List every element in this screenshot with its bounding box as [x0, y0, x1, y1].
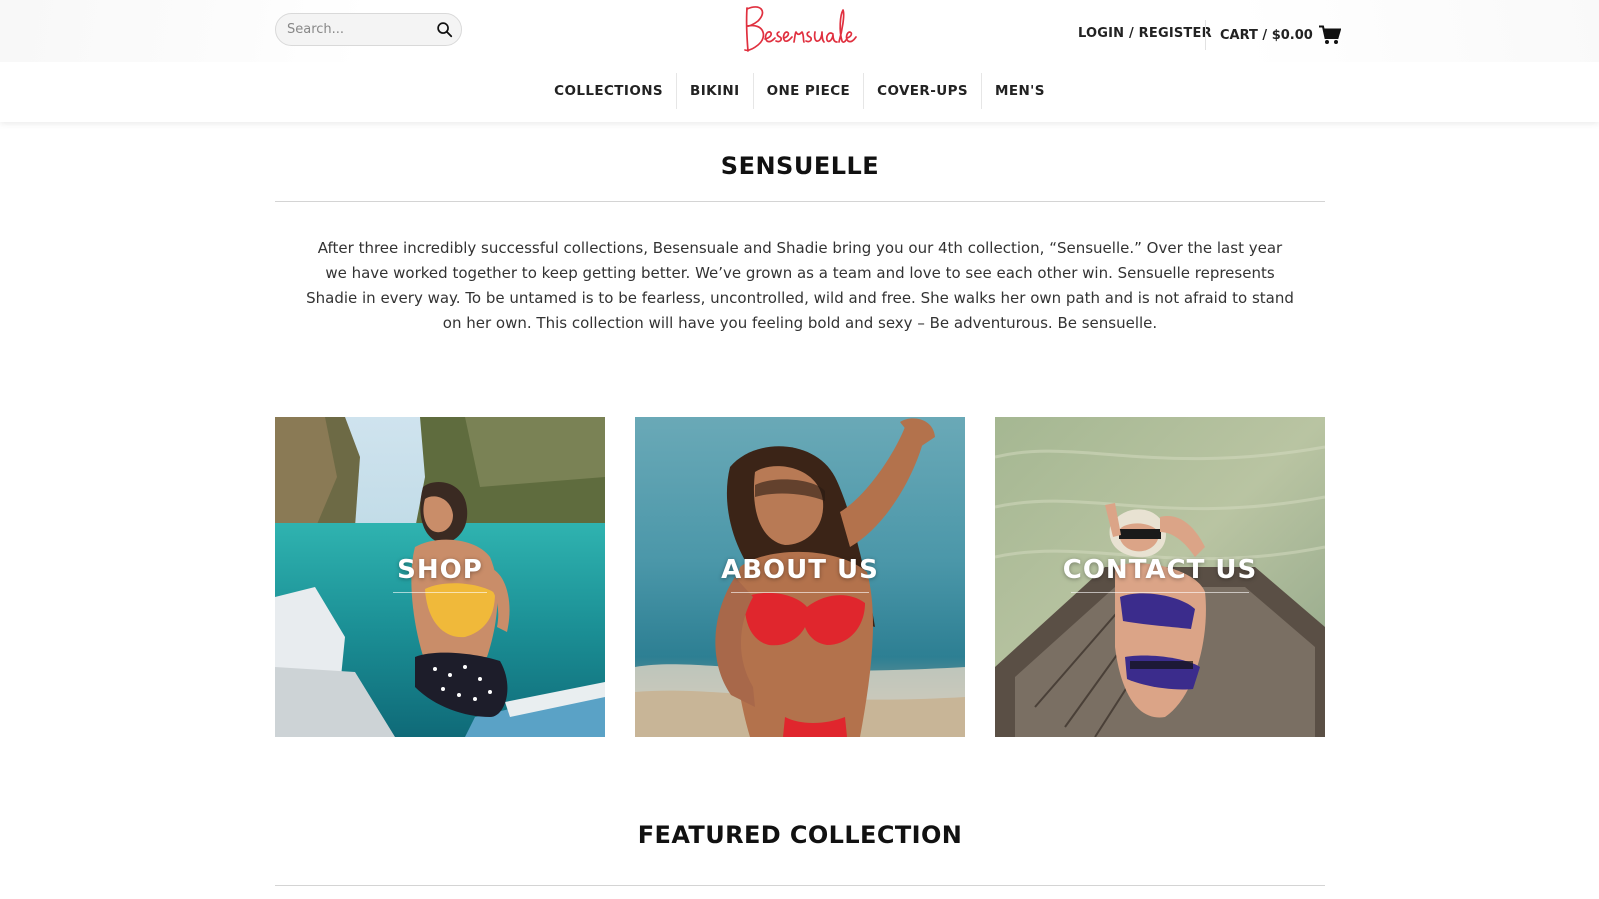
search-input[interactable] — [276, 22, 427, 37]
featured-collection-title: FEATURED COLLECTION — [637, 821, 963, 849]
cart-label: CART / $0.00 — [1220, 27, 1313, 43]
about-us-tile[interactable]: ABOUT US — [635, 417, 965, 737]
shop-tile-label: SHOP — [397, 555, 483, 585]
contact-us-tile[interactable]: CONTACT US — [995, 417, 1325, 737]
cart-link[interactable]: CART / $0.00 — [1220, 24, 1341, 46]
site-logo[interactable] — [738, 1, 862, 57]
login-register-link[interactable]: LOGIN / REGISTER — [1078, 26, 1212, 41]
contact-us-tile-underline — [1071, 592, 1249, 593]
nav-item-collections[interactable]: COLLECTIONS — [541, 73, 676, 109]
title-divider — [275, 201, 1325, 202]
shop-tile-underline — [393, 592, 487, 593]
search-icon — [436, 22, 452, 38]
nav-item-mens[interactable]: MEN'S — [981, 73, 1058, 109]
search-bar — [275, 13, 462, 46]
site-header: LOGIN / REGISTER CART / $0.00 COLLECTION… — [0, 0, 1599, 122]
nav-item-cover-ups[interactable]: COVER-UPS — [863, 73, 981, 109]
header-divider — [1205, 20, 1206, 50]
featured-divider — [275, 885, 1325, 886]
nav-item-one-piece[interactable]: ONE PIECE — [752, 73, 864, 109]
nav-item-bikini[interactable]: BIKINI — [676, 73, 753, 109]
page-title: SENSUELLE — [720, 152, 880, 180]
about-us-tile-underline — [731, 592, 869, 593]
shop-tile[interactable]: SHOP — [275, 417, 605, 737]
main-nav: COLLECTIONS BIKINI ONE PIECE COVER-UPS M… — [0, 73, 1599, 109]
search-button[interactable] — [427, 14, 461, 45]
contact-us-tile-label: CONTACT US — [1062, 555, 1258, 585]
collection-intro: After three incredibly successful collec… — [306, 239, 1294, 332]
about-us-tile-label: ABOUT US — [721, 555, 879, 585]
cart-icon — [1318, 25, 1341, 44]
logo-script — [744, 6, 857, 52]
